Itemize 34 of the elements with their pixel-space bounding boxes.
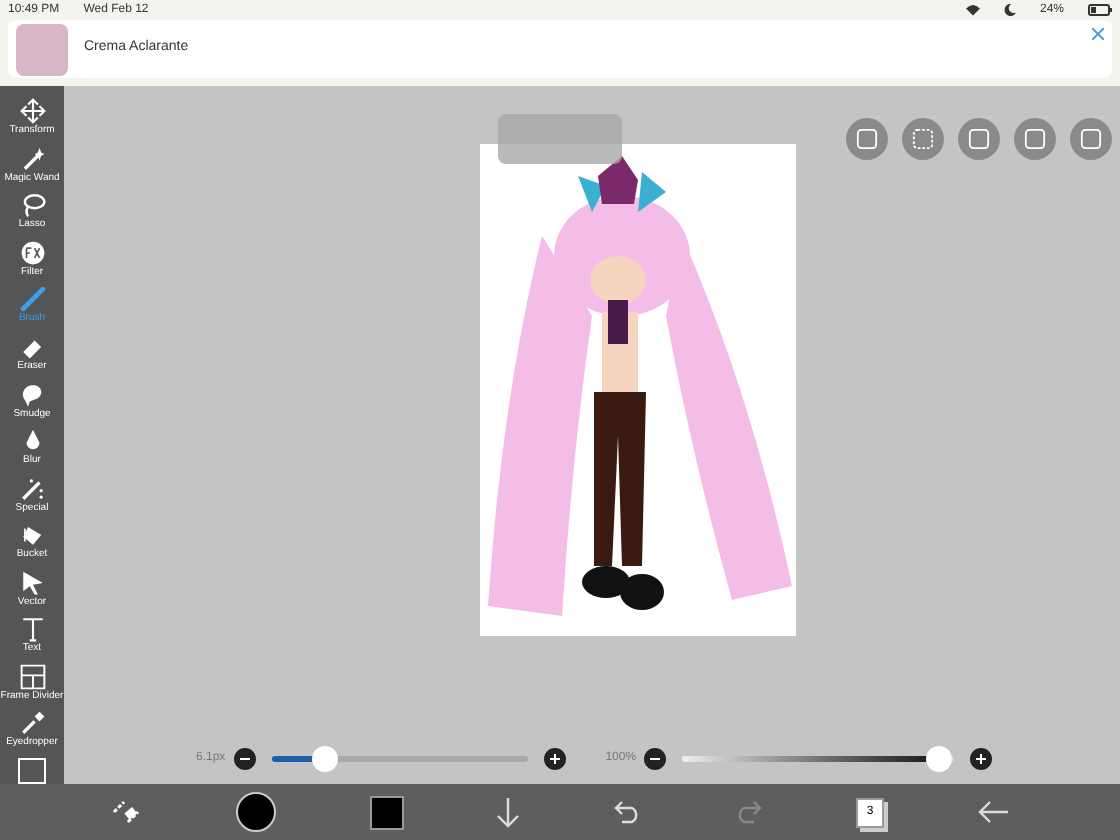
moon-icon [1003, 4, 1016, 16]
opacity-slider[interactable] [682, 745, 955, 771]
eyedropper-icon [19, 710, 45, 737]
lasso-icon [19, 192, 45, 219]
brush-preview-button[interactable] [235, 792, 276, 832]
cursor-arrow-icon [19, 569, 45, 596]
minus-button[interactable] [644, 747, 667, 769]
wand-icon [19, 145, 45, 172]
down-arrow-icon[interactable] [496, 796, 521, 828]
text-t-icon [19, 616, 45, 643]
bucket-icon [19, 522, 45, 549]
selection-overlay [498, 114, 622, 164]
canvas-square-icon[interactable] [18, 757, 46, 784]
close-icon[interactable] [1092, 28, 1104, 40]
sparkle-wand-icon [19, 475, 45, 502]
brush-size-slider[interactable] [271, 745, 528, 771]
slider-thumb[interactable] [925, 745, 952, 771]
back-arrow-icon[interactable] [977, 800, 1010, 824]
frame-grid-icon [19, 663, 45, 690]
wifi-icon [965, 4, 980, 16]
slider-thumb[interactable] [312, 745, 339, 771]
battery-icon [1088, 4, 1112, 16]
undo-icon[interactable] [613, 800, 642, 824]
plus-button[interactable] [543, 747, 566, 769]
color-swatch[interactable] [369, 795, 404, 829]
minus-button[interactable] [233, 747, 256, 769]
brush-icon [19, 286, 45, 313]
product-photo [16, 23, 68, 75]
move-arrows-icon [19, 98, 45, 125]
fx-circle-icon [19, 239, 45, 266]
plus-button[interactable] [970, 747, 993, 769]
dashed-square-icon [912, 128, 934, 150]
smudge-icon [19, 381, 45, 408]
dashed-square-button[interactable] [902, 118, 944, 160]
